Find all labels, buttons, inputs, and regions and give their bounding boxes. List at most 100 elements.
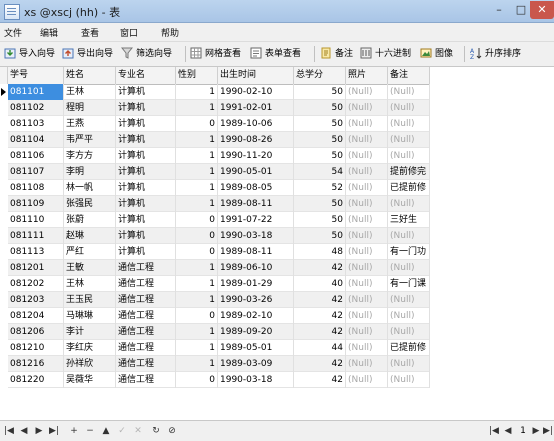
menu-view[interactable]: 查看: [81, 26, 99, 39]
cell-gender[interactable]: 1: [176, 356, 218, 372]
cell-student-id[interactable]: 081109: [8, 196, 64, 212]
cell-major[interactable]: 通信工程: [116, 372, 176, 388]
cell-major[interactable]: 计算机: [116, 84, 176, 100]
sort-ascending-button[interactable]: A Z 升序排序: [470, 47, 521, 61]
cell-student-id[interactable]: 081106: [8, 148, 64, 164]
close-button[interactable]: ✕: [530, 1, 554, 19]
cell-gender[interactable]: 1: [176, 132, 218, 148]
cell-photo[interactable]: (Null): [346, 84, 388, 100]
cell-major[interactable]: 计算机: [116, 196, 176, 212]
cell-photo[interactable]: (Null): [346, 164, 388, 180]
cell-photo[interactable]: (Null): [346, 260, 388, 276]
cell-major[interactable]: 通信工程: [116, 340, 176, 356]
stop-icon[interactable]: ⊘: [166, 424, 178, 438]
cell-name[interactable]: 赵琳: [64, 228, 116, 244]
cell-major[interactable]: 计算机: [116, 228, 176, 244]
cell-student-id[interactable]: 081110: [8, 212, 64, 228]
cell-student-id[interactable]: 081111: [8, 228, 64, 244]
cell-student-id[interactable]: 081102: [8, 100, 64, 116]
cell-birth[interactable]: 1989-05-01: [218, 340, 294, 356]
cell-name[interactable]: 严红: [64, 244, 116, 260]
cell-birth[interactable]: 1989-09-20: [218, 324, 294, 340]
cell-name[interactable]: 王林: [64, 84, 116, 100]
cell-major[interactable]: 计算机: [116, 148, 176, 164]
cell-remark[interactable]: (Null): [388, 148, 430, 164]
table-row[interactable]: 081110 张蔚 计算机 0 1991-07-22 50 (Null) 三好生: [8, 212, 430, 228]
edit-record-icon[interactable]: ▲: [100, 424, 112, 438]
cell-photo[interactable]: (Null): [346, 228, 388, 244]
last-page-icon[interactable]: ▶|: [542, 424, 554, 438]
menu-window[interactable]: 窗口: [120, 26, 138, 39]
cell-credits[interactable]: 42: [294, 324, 346, 340]
cell-credits[interactable]: 42: [294, 308, 346, 324]
table-row[interactable]: 081204 马琳琳 通信工程 0 1989-02-10 42 (Null) (Null): [8, 308, 430, 324]
cell-photo[interactable]: (Null): [346, 116, 388, 132]
cell-gender[interactable]: 0: [176, 212, 218, 228]
last-record-icon[interactable]: ▶|: [48, 424, 60, 438]
cell-credits[interactable]: 54: [294, 164, 346, 180]
column-header-photo[interactable]: 照片: [346, 67, 388, 84]
cell-major[interactable]: 通信工程: [116, 356, 176, 372]
cell-remark[interactable]: 有一门功: [388, 244, 430, 260]
apply-changes-icon[interactable]: ✓: [116, 424, 128, 438]
cell-name[interactable]: 李明: [64, 164, 116, 180]
memo-button[interactable]: 备注: [320, 47, 353, 61]
cell-name[interactable]: 马琳琳: [64, 308, 116, 324]
cell-remark[interactable]: 提前修完: [388, 164, 430, 180]
cell-major[interactable]: 通信工程: [116, 324, 176, 340]
cell-major[interactable]: 通信工程: [116, 276, 176, 292]
cell-birth[interactable]: 1989-01-29: [218, 276, 294, 292]
cell-gender[interactable]: 0: [176, 244, 218, 260]
cell-gender[interactable]: 1: [176, 276, 218, 292]
cell-remark[interactable]: (Null): [388, 196, 430, 212]
cell-student-id[interactable]: 081210: [8, 340, 64, 356]
cell-photo[interactable]: (Null): [346, 132, 388, 148]
cell-birth[interactable]: 1990-02-10: [218, 84, 294, 100]
table-row[interactable]: 081216 孙祥欣 通信工程 1 1989-03-09 42 (Null) (Null): [8, 356, 430, 372]
table-row[interactable]: 081104 韦严平 计算机 1 1990-08-26 50 (Null) (Null): [8, 132, 430, 148]
cell-credits[interactable]: 50: [294, 212, 346, 228]
cell-birth[interactable]: 1990-03-18: [218, 228, 294, 244]
column-header-remark[interactable]: 备注: [388, 67, 430, 84]
cell-gender[interactable]: 1: [176, 84, 218, 100]
cell-major[interactable]: 计算机: [116, 180, 176, 196]
table-row[interactable]: 081106 李方方 计算机 1 1990-11-20 50 (Null) (Null): [8, 148, 430, 164]
cell-photo[interactable]: (Null): [346, 356, 388, 372]
cell-major[interactable]: 通信工程: [116, 308, 176, 324]
table-row[interactable]: 081113 严红 计算机 0 1989-08-11 48 (Null) 有一门功: [8, 244, 430, 260]
cell-credits[interactable]: 50: [294, 100, 346, 116]
previous-record-icon[interactable]: ◀: [18, 424, 30, 438]
cell-remark[interactable]: (Null): [388, 372, 430, 388]
table-row[interactable]: 081103 王燕 计算机 0 1989-10-06 50 (Null) (Null): [8, 116, 430, 132]
cell-student-id[interactable]: 081201: [8, 260, 64, 276]
table-row[interactable]: 081220 吴薇华 通信工程 0 1990-03-18 42 (Null) (Null): [8, 372, 430, 388]
cell-gender[interactable]: 1: [176, 292, 218, 308]
cell-gender[interactable]: 0: [176, 308, 218, 324]
column-header-student-id[interactable]: 学号: [8, 67, 64, 84]
cell-student-id[interactable]: 081107: [8, 164, 64, 180]
cell-student-id[interactable]: 081104: [8, 132, 64, 148]
cell-remark[interactable]: (Null): [388, 356, 430, 372]
cell-credits[interactable]: 50: [294, 116, 346, 132]
cell-remark[interactable]: 三好生: [388, 212, 430, 228]
cell-student-id[interactable]: 081206: [8, 324, 64, 340]
cell-student-id[interactable]: 081216: [8, 356, 64, 372]
table-row[interactable]: 081202 王林 通信工程 1 1989-01-29 40 (Null) 有一门课: [8, 276, 430, 292]
table-row[interactable]: 081210 李红庆 通信工程 1 1989-05-01 44 (Null) 已提前修: [8, 340, 430, 356]
cell-name[interactable]: 王玉民: [64, 292, 116, 308]
cell-remark[interactable]: 有一门课: [388, 276, 430, 292]
cell-gender[interactable]: 0: [176, 228, 218, 244]
cell-name[interactable]: 王敏: [64, 260, 116, 276]
add-record-icon[interactable]: +: [68, 424, 80, 438]
cell-remark[interactable]: (Null): [388, 308, 430, 324]
menu-edit[interactable]: 编辑: [40, 26, 58, 39]
cell-credits[interactable]: 50: [294, 148, 346, 164]
cell-name[interactable]: 程明: [64, 100, 116, 116]
column-header-birth[interactable]: 出生时间: [218, 67, 294, 84]
cell-credits[interactable]: 40: [294, 276, 346, 292]
cell-student-id[interactable]: 081103: [8, 116, 64, 132]
cell-major[interactable]: 通信工程: [116, 260, 176, 276]
cell-remark[interactable]: (Null): [388, 132, 430, 148]
import-wizard-button[interactable]: 导入向导: [4, 47, 55, 61]
cell-major[interactable]: 计算机: [116, 132, 176, 148]
